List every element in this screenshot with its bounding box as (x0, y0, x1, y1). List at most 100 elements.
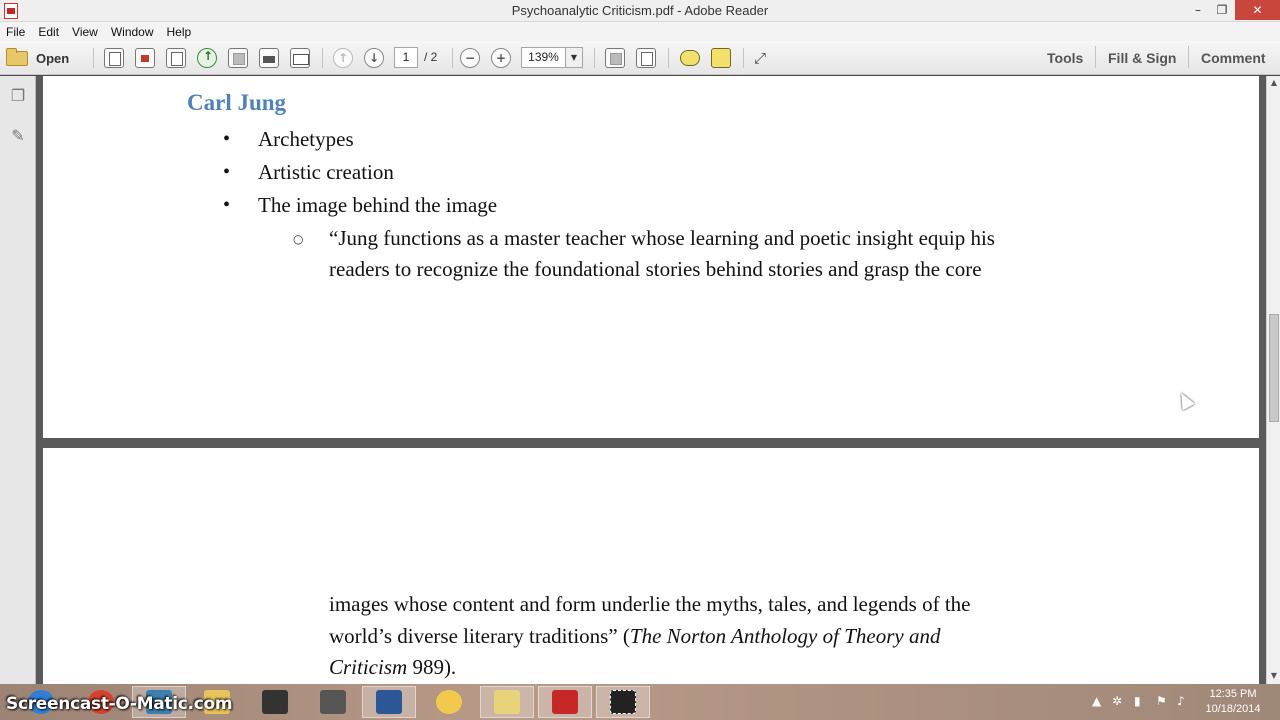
bullet-marker: • (223, 194, 231, 216)
taskbar-sun-app[interactable] (422, 686, 476, 718)
plus-icon: + (491, 48, 511, 68)
page-thumbnails-icon[interactable]: ❐ (9, 86, 27, 106)
arrow-down-icon: ↓ (364, 48, 384, 68)
menu-file[interactable]: File (6, 25, 25, 39)
open-label: Open (36, 50, 70, 66)
system-clock[interactable]: 12:35 PM 10/18/2014 (1198, 687, 1268, 717)
tray-signal-icon[interactable]: ▮ (1134, 694, 1141, 708)
upload-cloud-button[interactable] (197, 47, 217, 69)
cloud-upload-icon (197, 48, 217, 68)
navigation-pane: ❐ ✎ (0, 76, 36, 684)
toolbar-divider (1188, 46, 1189, 68)
page-number-input[interactable]: 1 (394, 47, 418, 68)
tray-action-center-icon[interactable]: ⚑ (1156, 694, 1167, 708)
close-button[interactable]: ✕ (1235, 0, 1280, 20)
toolbar-divider (452, 48, 453, 68)
taskbar-snipping-tool[interactable] (596, 686, 650, 718)
speech-bubble-icon (680, 50, 700, 66)
bullet-item: The image behind the image (258, 193, 498, 217)
scroll-up-arrow-icon[interactable]: ▲ (1267, 76, 1280, 90)
quote-text-line: world’s diverse literary traditions” (Th… (329, 624, 940, 649)
bullet-item: Archetypes (258, 127, 354, 151)
hand-pointer-icon (262, 690, 288, 714)
edit-pdf-button[interactable] (166, 47, 186, 69)
book-title-italic: Criticism (329, 655, 408, 679)
quote-text: world’s diverse literary traditions” ( (329, 624, 630, 648)
comment-pane-button[interactable]: Comment (1201, 50, 1266, 66)
create-pdf-icon (104, 48, 124, 68)
fit-page-button[interactable] (605, 47, 625, 69)
tray-volume-icon[interactable]: ♪ (1177, 694, 1185, 708)
tray-network-icon[interactable]: ✲ (1112, 694, 1122, 708)
zoom-in-button[interactable]: + (491, 47, 511, 69)
screencast-watermark: Screencast-O-Matic.com (6, 694, 233, 714)
combine-files-icon (135, 48, 155, 68)
previous-page-button[interactable]: ↑ (333, 47, 353, 69)
taskbar: Screencast-O-Matic.com ▲ ✲ ▮ ⚑ ♪ 12:35 P… (0, 684, 1280, 720)
adobe-reader-icon (552, 690, 578, 714)
attachments-paperclip-icon[interactable]: ✎ (9, 126, 27, 146)
menu-help[interactable]: Help (167, 25, 192, 39)
sub-bullet-marker: ○ (293, 232, 304, 246)
highlight-text-button[interactable] (711, 47, 731, 69)
taskbar-touch-app[interactable] (248, 686, 302, 718)
vertical-scrollbar[interactable]: ▲ ▼ (1266, 76, 1280, 684)
document-heading: Carl Jung (187, 90, 287, 115)
minimize-button[interactable]: – (1186, 0, 1210, 20)
scroll-down-arrow-icon[interactable]: ▼ (1267, 669, 1280, 683)
edit-pdf-icon (166, 48, 186, 68)
taskbar-adobe-reader[interactable] (538, 686, 592, 718)
print-button[interactable] (259, 47, 279, 69)
toolbar-divider (668, 48, 669, 68)
save-disk-icon (228, 48, 248, 68)
bullet-item: Artistic creation (258, 160, 394, 184)
taskbar-folder-app[interactable] (480, 686, 534, 718)
menu-window[interactable]: Window (111, 25, 154, 39)
scrollbar-thumb[interactable] (1269, 314, 1279, 422)
fill-sign-pane-button[interactable]: Fill & Sign (1108, 50, 1176, 66)
tray-overflow-icon[interactable]: ▲ (1092, 694, 1101, 708)
taskbar-som-app[interactable] (306, 686, 360, 718)
pdf-page-1: Carl Jung • Archetypes • Artistic creati… (43, 76, 1259, 438)
word-icon (376, 690, 402, 714)
document-viewport[interactable]: Carl Jung • Archetypes • Artistic creati… (36, 76, 1266, 684)
quote-text-line: Criticism 989). (329, 655, 456, 680)
toolbar-divider (594, 48, 595, 68)
quote-text-line: “Jung functions as a master teacher whos… (329, 226, 995, 250)
combine-files-button[interactable] (135, 47, 155, 69)
folder-icon (6, 47, 28, 66)
book-title-italic: The Norton Anthology of Theory and (629, 624, 941, 648)
taskbar-word[interactable] (362, 686, 416, 718)
expand-button[interactable] (754, 47, 766, 69)
expand-arrows-icon (754, 49, 766, 67)
som-icon (320, 690, 346, 714)
menu-view[interactable]: View (72, 25, 98, 39)
sticky-note-button[interactable] (680, 47, 700, 69)
bullet-marker: • (223, 128, 231, 150)
bullet-marker: • (223, 161, 231, 183)
full-screen-button[interactable] (636, 47, 656, 69)
minus-icon: − (460, 48, 480, 68)
open-button[interactable]: Open (6, 47, 78, 69)
fit-page-icon (605, 48, 625, 68)
zoom-dropdown-button[interactable]: ▼ (565, 47, 583, 68)
title-bar: Psychoanalytic Criticism.pdf - Adobe Rea… (0, 0, 1280, 22)
next-page-button[interactable]: ↓ (364, 47, 384, 69)
toolbar: Open ↑ ↓ − + (0, 41, 1280, 75)
page-total: / 2 (424, 50, 438, 64)
menu-edit[interactable]: Edit (38, 25, 59, 39)
toolbar-divider (743, 48, 744, 68)
printer-icon (259, 48, 279, 68)
zoom-out-button[interactable]: − (460, 47, 480, 69)
snipping-tool-icon (610, 690, 636, 714)
tools-pane-button[interactable]: Tools (1047, 50, 1083, 66)
quote-text-line: images whose content and form underlie t… (329, 592, 971, 616)
pdf-page-2: images whose content and form underlie t… (43, 448, 1259, 684)
save-button[interactable] (228, 47, 248, 69)
email-button[interactable] (290, 47, 310, 69)
folder-app-icon (494, 690, 520, 714)
highlighter-icon (711, 48, 731, 68)
restore-button[interactable]: ❐ (1210, 0, 1234, 20)
zoom-input[interactable]: 139% (521, 47, 565, 68)
create-pdf-button[interactable] (104, 47, 124, 69)
